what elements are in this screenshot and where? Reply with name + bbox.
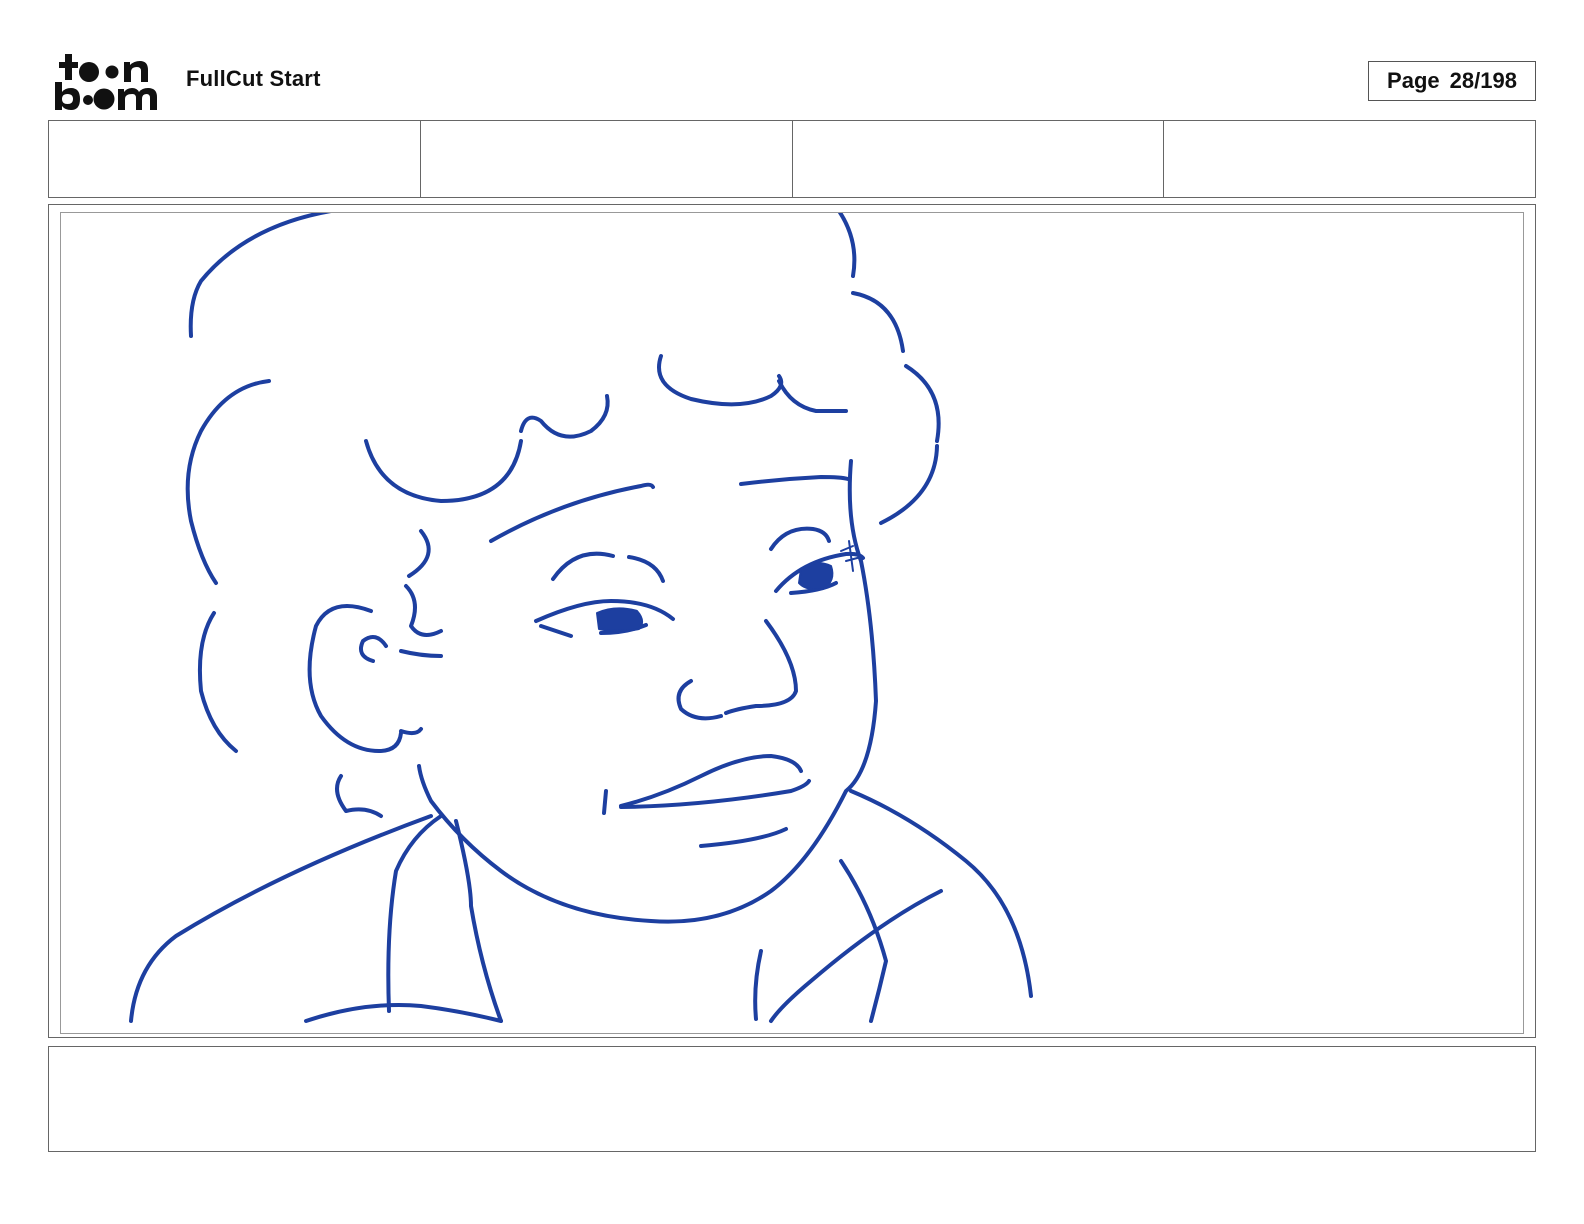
info-field[interactable]	[1164, 121, 1535, 197]
page-counter: Page 28/198	[1368, 61, 1536, 101]
toon-boom-logo	[52, 52, 164, 112]
character-sketch	[129, 213, 1033, 1023]
storyboard-panel-image[interactable]	[60, 212, 1524, 1034]
info-field[interactable]	[421, 121, 793, 197]
panel-info-fields	[48, 120, 1536, 198]
action-notes-box[interactable]	[48, 1046, 1536, 1152]
document-title: FullCut Start	[186, 66, 321, 91]
page-label: Page	[1387, 68, 1440, 93]
page-number: 28/198	[1449, 68, 1517, 93]
info-field[interactable]	[49, 121, 421, 197]
info-field[interactable]	[793, 121, 1165, 197]
